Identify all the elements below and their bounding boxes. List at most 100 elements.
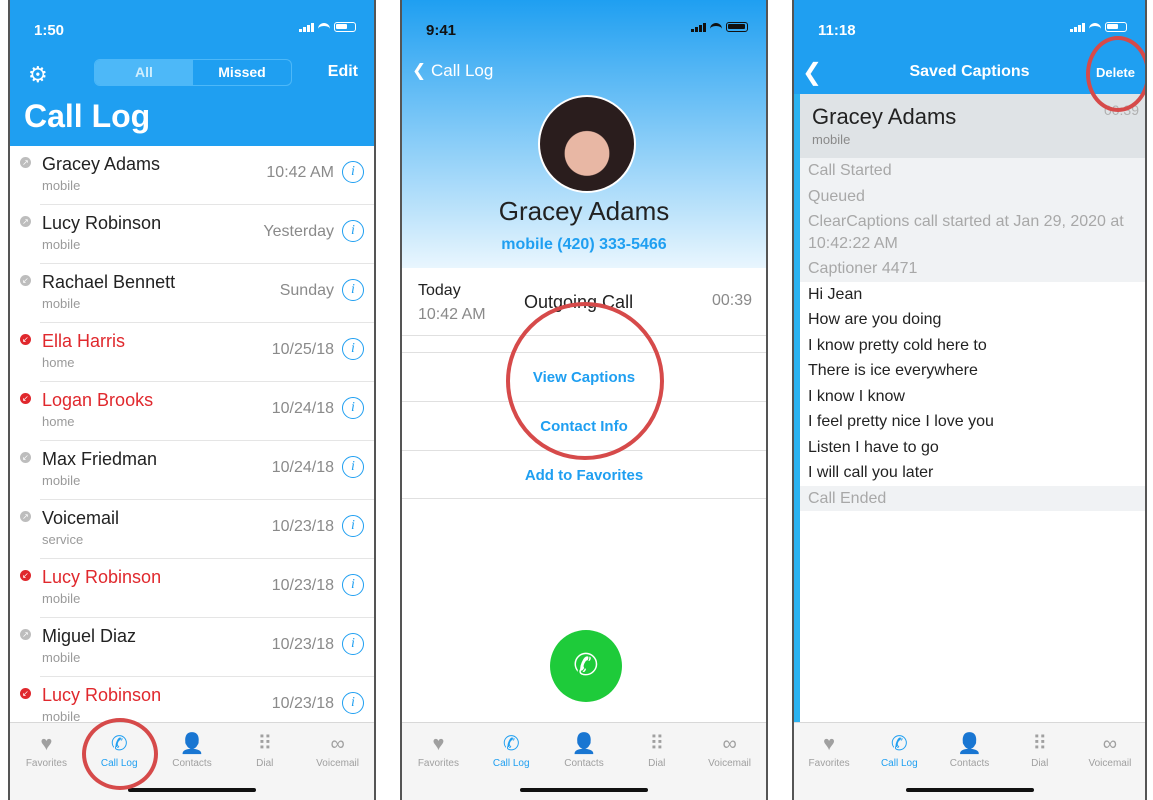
settings-gear-icon[interactable]: ⚙	[28, 62, 48, 88]
battery-icon	[334, 22, 356, 32]
call-time: 10:42 AM	[418, 306, 486, 323]
voicemail-icon: ∞	[722, 733, 737, 755]
keypad-icon: ⠿	[1032, 733, 1048, 755]
segment-all[interactable]: All	[95, 60, 193, 85]
tab-label: Voicemail	[708, 758, 751, 769]
edit-button[interactable]: Edit	[328, 63, 358, 81]
status-bar: 11:18	[794, 0, 1145, 58]
tab-voicemail[interactable]: ∞ Voicemail	[1075, 723, 1145, 800]
captions-header: 11:18 ❮ Saved Captions Delete	[794, 0, 1145, 94]
call-row[interactable]: ↙ Logan Brooks home 10/24/18 i	[20, 382, 374, 441]
caller-name: Lucy Robinson	[42, 567, 162, 587]
caption-system-line: Call Ended	[800, 485, 1145, 511]
caption-line: I know I know	[800, 383, 1145, 409]
caller-name: Lucy Robinson	[42, 685, 162, 705]
tab-voicemail[interactable]: ∞ Voicemail	[693, 723, 766, 800]
info-icon[interactable]: i	[342, 515, 364, 537]
call-row[interactable]: ↗ Lucy Robinson mobile Yesterday i	[20, 205, 374, 264]
tab-label: Dial	[1031, 758, 1049, 769]
call-row[interactable]: ↙ Lucy Robinson mobile 10/23/18 i	[20, 559, 374, 618]
call-row[interactable]: ↙ Rachael Bennett mobile Sunday i	[20, 264, 374, 323]
caption-system-line: Captioner 4471	[800, 256, 1145, 282]
call-entry: Today 10:42 AM Outgoing Call 00:39	[402, 270, 766, 336]
caption-line: Listen I have to go	[800, 434, 1145, 460]
call-day: Today	[418, 282, 461, 299]
info-icon[interactable]: i	[342, 161, 364, 183]
voicemail-icon: ∞	[330, 733, 345, 755]
person-icon: 👤	[957, 733, 982, 755]
signal-icon	[691, 22, 706, 32]
info-icon[interactable]: i	[342, 692, 364, 714]
tab-label: Voicemail	[1088, 758, 1132, 769]
call-direction-icon: ↙	[20, 275, 31, 286]
call-time: 10/25/18	[271, 341, 334, 358]
call-log-icon: ✆	[110, 733, 128, 755]
contact-number[interactable]: mobile (420) 333-5466	[402, 236, 766, 254]
call-time: Sunday	[279, 282, 334, 299]
status-time: 11:18	[818, 22, 856, 39]
call-row[interactable]: ↗ Miguel Diaz mobile 10/23/18 i	[20, 618, 374, 677]
page-title: Saved Captions	[909, 63, 1030, 80]
contact-info-button[interactable]: Contact Info	[402, 401, 766, 450]
tab-label: Call Log	[880, 758, 918, 769]
caller-type: service	[42, 532, 84, 547]
wifi-icon	[1089, 22, 1101, 32]
segment-missed[interactable]: Missed	[193, 60, 291, 85]
info-icon[interactable]: i	[342, 220, 364, 242]
back-button[interactable]: ❮ Call Log	[412, 61, 493, 81]
battery-icon	[1105, 22, 1127, 32]
info-icon[interactable]: i	[342, 397, 364, 419]
caption-line: I feel pretty nice I love you	[800, 409, 1145, 435]
tab-favorites[interactable]: ♥ Favorites	[402, 723, 475, 800]
view-captions-button[interactable]: View Captions	[402, 352, 766, 401]
call-log-icon: ✆	[890, 733, 908, 755]
missed-call-icon: ↙	[20, 334, 31, 345]
person-icon: 👤	[571, 733, 597, 755]
caption-contact-bar: Gracey Adams mobile 00:39	[800, 94, 1145, 158]
info-icon[interactable]: i	[342, 574, 364, 596]
call-row[interactable]: ↙ Max Friedman mobile 10/24/18 i	[20, 441, 374, 500]
tab-label: Contacts	[949, 758, 990, 769]
call-row[interactable]: ↗ Gracey Adams mobile 10:42 AM i	[20, 146, 374, 205]
delete-button[interactable]: Delete	[1096, 65, 1135, 80]
filter-segmented-control: All Missed	[94, 59, 292, 86]
call-log-header: 1:50 ⚙ All Missed Edit Call Log	[10, 0, 374, 146]
caller-name: Logan Brooks	[42, 390, 154, 410]
signal-icon	[299, 22, 314, 32]
call-time: 10/24/18	[271, 400, 334, 417]
signal-icon	[1070, 22, 1085, 32]
action-list: View Captions Contact Info Add to Favori…	[402, 352, 766, 499]
call-duration: 00:39	[1103, 102, 1139, 118]
missed-call-icon: ↙	[20, 688, 31, 699]
call-time: 10/23/18	[271, 577, 334, 594]
missed-call-icon: ↙	[20, 393, 31, 404]
tab-label: Dial	[256, 758, 274, 769]
tab-label: Favorites	[808, 758, 850, 769]
call-button[interactable]: ✆	[550, 630, 622, 702]
contact-header: 9:41 ❮ Call Log Gracey Adams mobile (420…	[402, 0, 766, 268]
heart-icon: ♥	[823, 733, 836, 755]
call-log-screen: 1:50 ⚙ All Missed Edit Call Log ↗ Gracey…	[8, 0, 376, 800]
back-label: Call Log	[430, 61, 494, 80]
caption-line: I know pretty cold here to	[800, 332, 1145, 358]
info-icon[interactable]: i	[342, 279, 364, 301]
tab-favorites[interactable]: ♥ Favorites	[794, 723, 864, 800]
call-row[interactable]: ↗ Voicemail service 10/23/18 i	[20, 500, 374, 559]
info-icon[interactable]: i	[342, 456, 364, 478]
keypad-icon: ⠿	[257, 733, 273, 755]
tab-favorites[interactable]: ♥ Favorites	[10, 723, 83, 800]
call-time: Yesterday	[263, 223, 334, 240]
caller-type: mobile	[42, 237, 81, 252]
caller-name: Lucy Robinson	[42, 213, 162, 233]
caption-system-line: Call Started	[800, 158, 1145, 184]
call-row[interactable]: ↙ Ella Harris home 10/25/18 i	[20, 323, 374, 382]
info-icon[interactable]: i	[342, 633, 364, 655]
call-time: 10/24/18	[271, 459, 334, 476]
heart-icon: ♥	[432, 733, 445, 755]
caller-name: Voicemail	[42, 508, 120, 528]
call-time: 10:42 AM	[266, 164, 334, 181]
caller-name: Ella Harris	[42, 331, 126, 351]
tab-voicemail[interactable]: ∞ Voicemail	[301, 723, 374, 800]
add-to-favorites-button[interactable]: Add to Favorites	[402, 450, 766, 499]
info-icon[interactable]: i	[342, 338, 364, 360]
